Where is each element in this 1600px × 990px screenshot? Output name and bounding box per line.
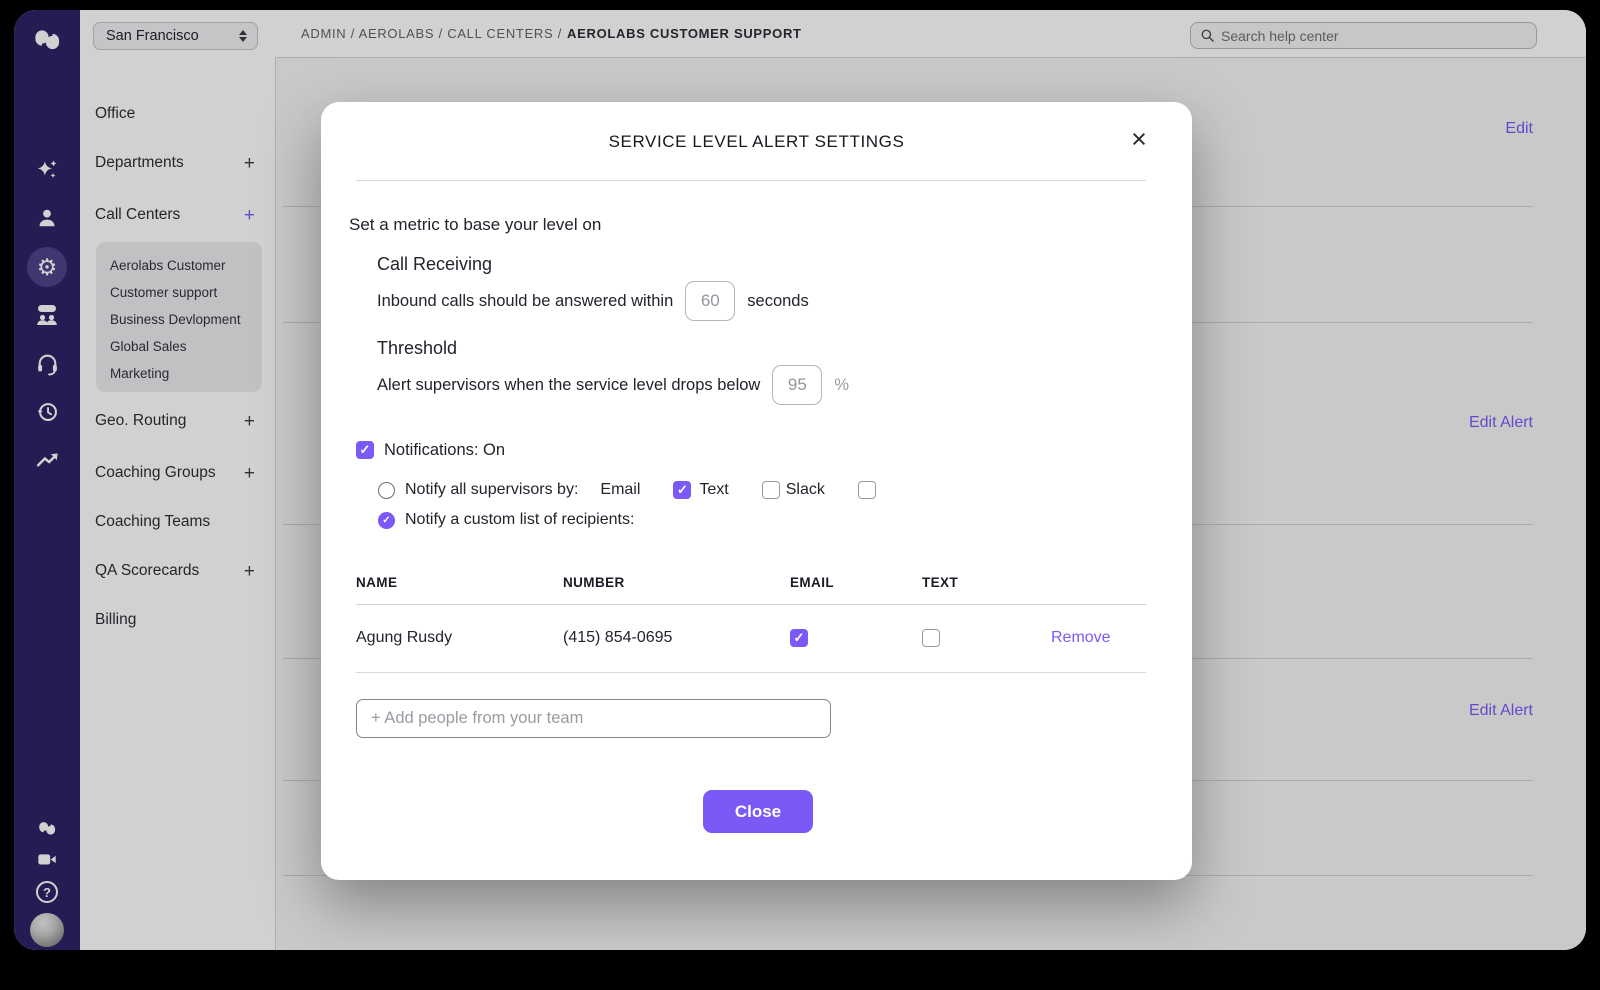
threshold-text: Alert supervisors when the service level… — [377, 376, 760, 395]
notify-all-label: Notify all supervisors by: — [405, 481, 578, 499]
channel-email: Email — [600, 481, 691, 499]
modal-header-divider — [356, 180, 1146, 181]
modal-title: SERVICE LEVEL ALERT SETTINGS — [321, 132, 1192, 152]
notify-all-row: Notify all supervisors by: Email Text Sl… — [378, 480, 876, 500]
threshold-row: Alert supervisors when the service level… — [377, 365, 849, 405]
channel-label: Text — [699, 481, 728, 499]
metric-intro: Set a metric to base your level on — [349, 215, 601, 235]
metric-text: Inbound calls should be answered within — [377, 292, 673, 311]
notify-custom-label: Notify a custom list of recipients: — [405, 511, 634, 529]
channel-label: Email — [600, 481, 640, 499]
notify-custom-radio[interactable] — [378, 512, 395, 529]
seconds-input[interactable] — [685, 281, 735, 321]
channel-label: Slack — [786, 481, 825, 499]
text-checkbox[interactable] — [762, 481, 780, 499]
row-email-checkbox[interactable] — [790, 629, 808, 647]
table-row: Agung Rusdy (415) 854-0695 Remove — [356, 620, 1146, 656]
notify-custom-row: Notify a custom list of recipients: — [378, 510, 634, 530]
metric-unit: seconds — [747, 292, 808, 311]
close-button[interactable]: Close — [703, 790, 813, 833]
percent-input[interactable] — [772, 365, 822, 405]
col-text: TEXT — [922, 575, 1051, 590]
notify-all-radio[interactable] — [378, 482, 395, 499]
metric-heading: Call Receiving — [377, 254, 492, 275]
recipient-name: Agung Rusdy — [356, 629, 563, 647]
remove-link[interactable]: Remove — [1051, 629, 1146, 647]
recipients-table-header: NAME NUMBER EMAIL TEXT — [356, 570, 1146, 594]
channel-text: Text — [699, 481, 779, 499]
col-email: EMAIL — [790, 575, 922, 590]
threshold-heading: Threshold — [377, 338, 457, 359]
notifications-checkbox[interactable] — [356, 441, 374, 459]
close-icon[interactable]: × — [1124, 124, 1154, 154]
col-name: NAME — [356, 575, 563, 590]
service-level-alert-modal: SERVICE LEVEL ALERT SETTINGS × Set a met… — [321, 102, 1192, 880]
channel-slack: Slack — [786, 481, 876, 499]
notifications-row: Notifications: On — [356, 440, 505, 460]
screenshot-stage: San Francisco ADMIN / AEROLABS / CALL CE… — [0, 0, 1600, 990]
app-window: San Francisco ADMIN / AEROLABS / CALL CE… — [14, 10, 1586, 950]
threshold-unit: % — [834, 376, 849, 395]
slack-checkbox[interactable] — [858, 481, 876, 499]
row-text-checkbox[interactable] — [922, 629, 940, 647]
notifications-label: Notifications: On — [384, 441, 505, 460]
table-divider — [356, 672, 1146, 673]
table-divider — [356, 604, 1146, 605]
email-checkbox[interactable] — [673, 481, 691, 499]
metric-row: Inbound calls should be answered within … — [377, 281, 809, 321]
add-people-input[interactable] — [356, 699, 831, 738]
recipient-number: (415) 854-0695 — [563, 629, 790, 647]
col-number: NUMBER — [563, 575, 790, 590]
